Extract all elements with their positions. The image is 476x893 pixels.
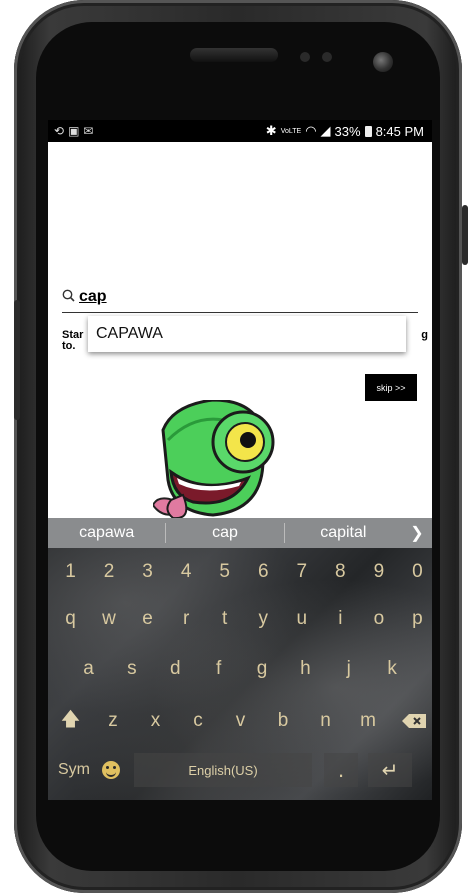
letter-row-1: q w e r t y u i o p <box>48 600 432 638</box>
emoji-key[interactable] <box>96 761 126 779</box>
key-n[interactable]: n <box>307 702 344 740</box>
key-y[interactable]: y <box>245 600 282 638</box>
battery-icon <box>364 125 372 137</box>
number-row: 1 2 3 4 5 6 7 8 9 0 <box>48 556 432 588</box>
sync-icon: ⟲ <box>54 124 65 138</box>
search-query-text[interactable]: cap <box>79 288 107 306</box>
key-i[interactable]: i <box>322 600 359 638</box>
key-q[interactable]: q <box>52 600 89 638</box>
bluetooth-icon: ✱ <box>265 123 277 138</box>
sym-key[interactable]: Sym <box>52 761 96 779</box>
system-status: ✱ VoLTE ◠ ◢ 33% 8:45 PM <box>266 123 432 139</box>
instruction-line-1-end: g <box>421 329 428 341</box>
notification-icons: ⟲ ▣ ✉ <box>48 124 93 138</box>
chameleon-mascot <box>151 398 283 525</box>
key-x[interactable]: x <box>137 702 174 740</box>
bottom-key-row: Sym English(US) . ↵ <box>48 750 432 790</box>
volte-icon: VoLTE <box>280 127 302 135</box>
autocomplete-item[interactable]: CAPAWA <box>88 316 406 352</box>
suggestion-word[interactable]: capawa <box>48 524 165 542</box>
key-e[interactable]: e <box>129 600 166 638</box>
key-w[interactable]: w <box>91 600 128 638</box>
key-4[interactable]: 4 <box>168 556 205 588</box>
smiley-icon <box>102 761 120 779</box>
key-c[interactable]: c <box>180 702 217 740</box>
front-camera <box>373 52 393 72</box>
status-bar: ⟲ ▣ ✉ ✱ VoLTE ◠ ◢ 33% 8:45 PM <box>48 120 432 142</box>
key-k[interactable]: k <box>374 650 411 688</box>
search-icon <box>62 289 75 305</box>
key-r[interactable]: r <box>168 600 205 638</box>
key-o[interactable]: o <box>360 600 397 638</box>
letter-row-3: 🡅 z x c v b n m <box>48 702 432 740</box>
key-d[interactable]: d <box>157 650 194 688</box>
key-t[interactable]: t <box>206 600 243 638</box>
key-a[interactable]: a <box>70 650 107 688</box>
search-field[interactable]: cap <box>62 288 107 306</box>
key-s[interactable]: s <box>113 650 150 688</box>
earpiece-speaker <box>190 48 278 62</box>
enter-icon[interactable]: ↵ <box>368 753 412 787</box>
suggestion-word[interactable]: capital <box>285 524 402 542</box>
letter-row-2: a s d f g h j k l <box>48 650 432 688</box>
key-u[interactable]: u <box>283 600 320 638</box>
key-f[interactable]: f <box>200 650 237 688</box>
key-h[interactable]: h <box>287 650 324 688</box>
signal-icon: ◢ <box>320 123 331 138</box>
key-b[interactable]: b <box>265 702 302 740</box>
backspace-icon[interactable] <box>392 702 432 740</box>
skip-button[interactable]: skip >> <box>365 374 417 401</box>
period-key[interactable]: . <box>324 753 358 787</box>
mail-icon: ✉ <box>83 124 94 138</box>
key-6[interactable]: 6 <box>245 556 282 588</box>
proximity-sensor <box>300 52 310 62</box>
chevron-right-icon[interactable]: ❯ <box>402 523 432 543</box>
power-button <box>462 205 468 265</box>
volume-button <box>14 300 20 420</box>
key-0[interactable]: 0 <box>399 556 432 588</box>
key-l[interactable]: l <box>417 650 432 688</box>
battery-percent: 33% <box>334 123 361 139</box>
image-icon: ▣ <box>68 124 80 138</box>
key-8[interactable]: 8 <box>322 556 359 588</box>
shift-icon[interactable]: 🡅 <box>52 702 89 740</box>
phone-screen: ⟲ ▣ ✉ ✱ VoLTE ◠ ◢ 33% 8:45 PM cap Star g… <box>48 120 432 800</box>
keyboard-suggestion-bar: capawa cap capital ❯ <box>48 518 432 548</box>
key-2[interactable]: 2 <box>91 556 128 588</box>
key-1[interactable]: 1 <box>52 556 89 588</box>
key-g[interactable]: g <box>244 650 281 688</box>
key-5[interactable]: 5 <box>206 556 243 588</box>
key-3[interactable]: 3 <box>129 556 166 588</box>
suggestion-word[interactable]: cap <box>166 524 283 542</box>
clock: 8:45 PM <box>375 123 424 139</box>
wifi-icon: ◠ <box>305 123 317 138</box>
soft-keyboard: capawa cap capital ❯ 1 2 3 4 5 6 7 8 9 0… <box>48 518 432 800</box>
key-v[interactable]: v <box>222 702 259 740</box>
key-7[interactable]: 7 <box>283 556 320 588</box>
key-9[interactable]: 9 <box>360 556 397 588</box>
search-underline <box>62 312 418 313</box>
light-sensor <box>322 52 332 62</box>
key-j[interactable]: j <box>330 650 367 688</box>
key-m[interactable]: m <box>350 702 387 740</box>
key-z[interactable]: z <box>95 702 132 740</box>
space-bar[interactable]: English(US) <box>134 753 312 787</box>
key-p[interactable]: p <box>399 600 432 638</box>
